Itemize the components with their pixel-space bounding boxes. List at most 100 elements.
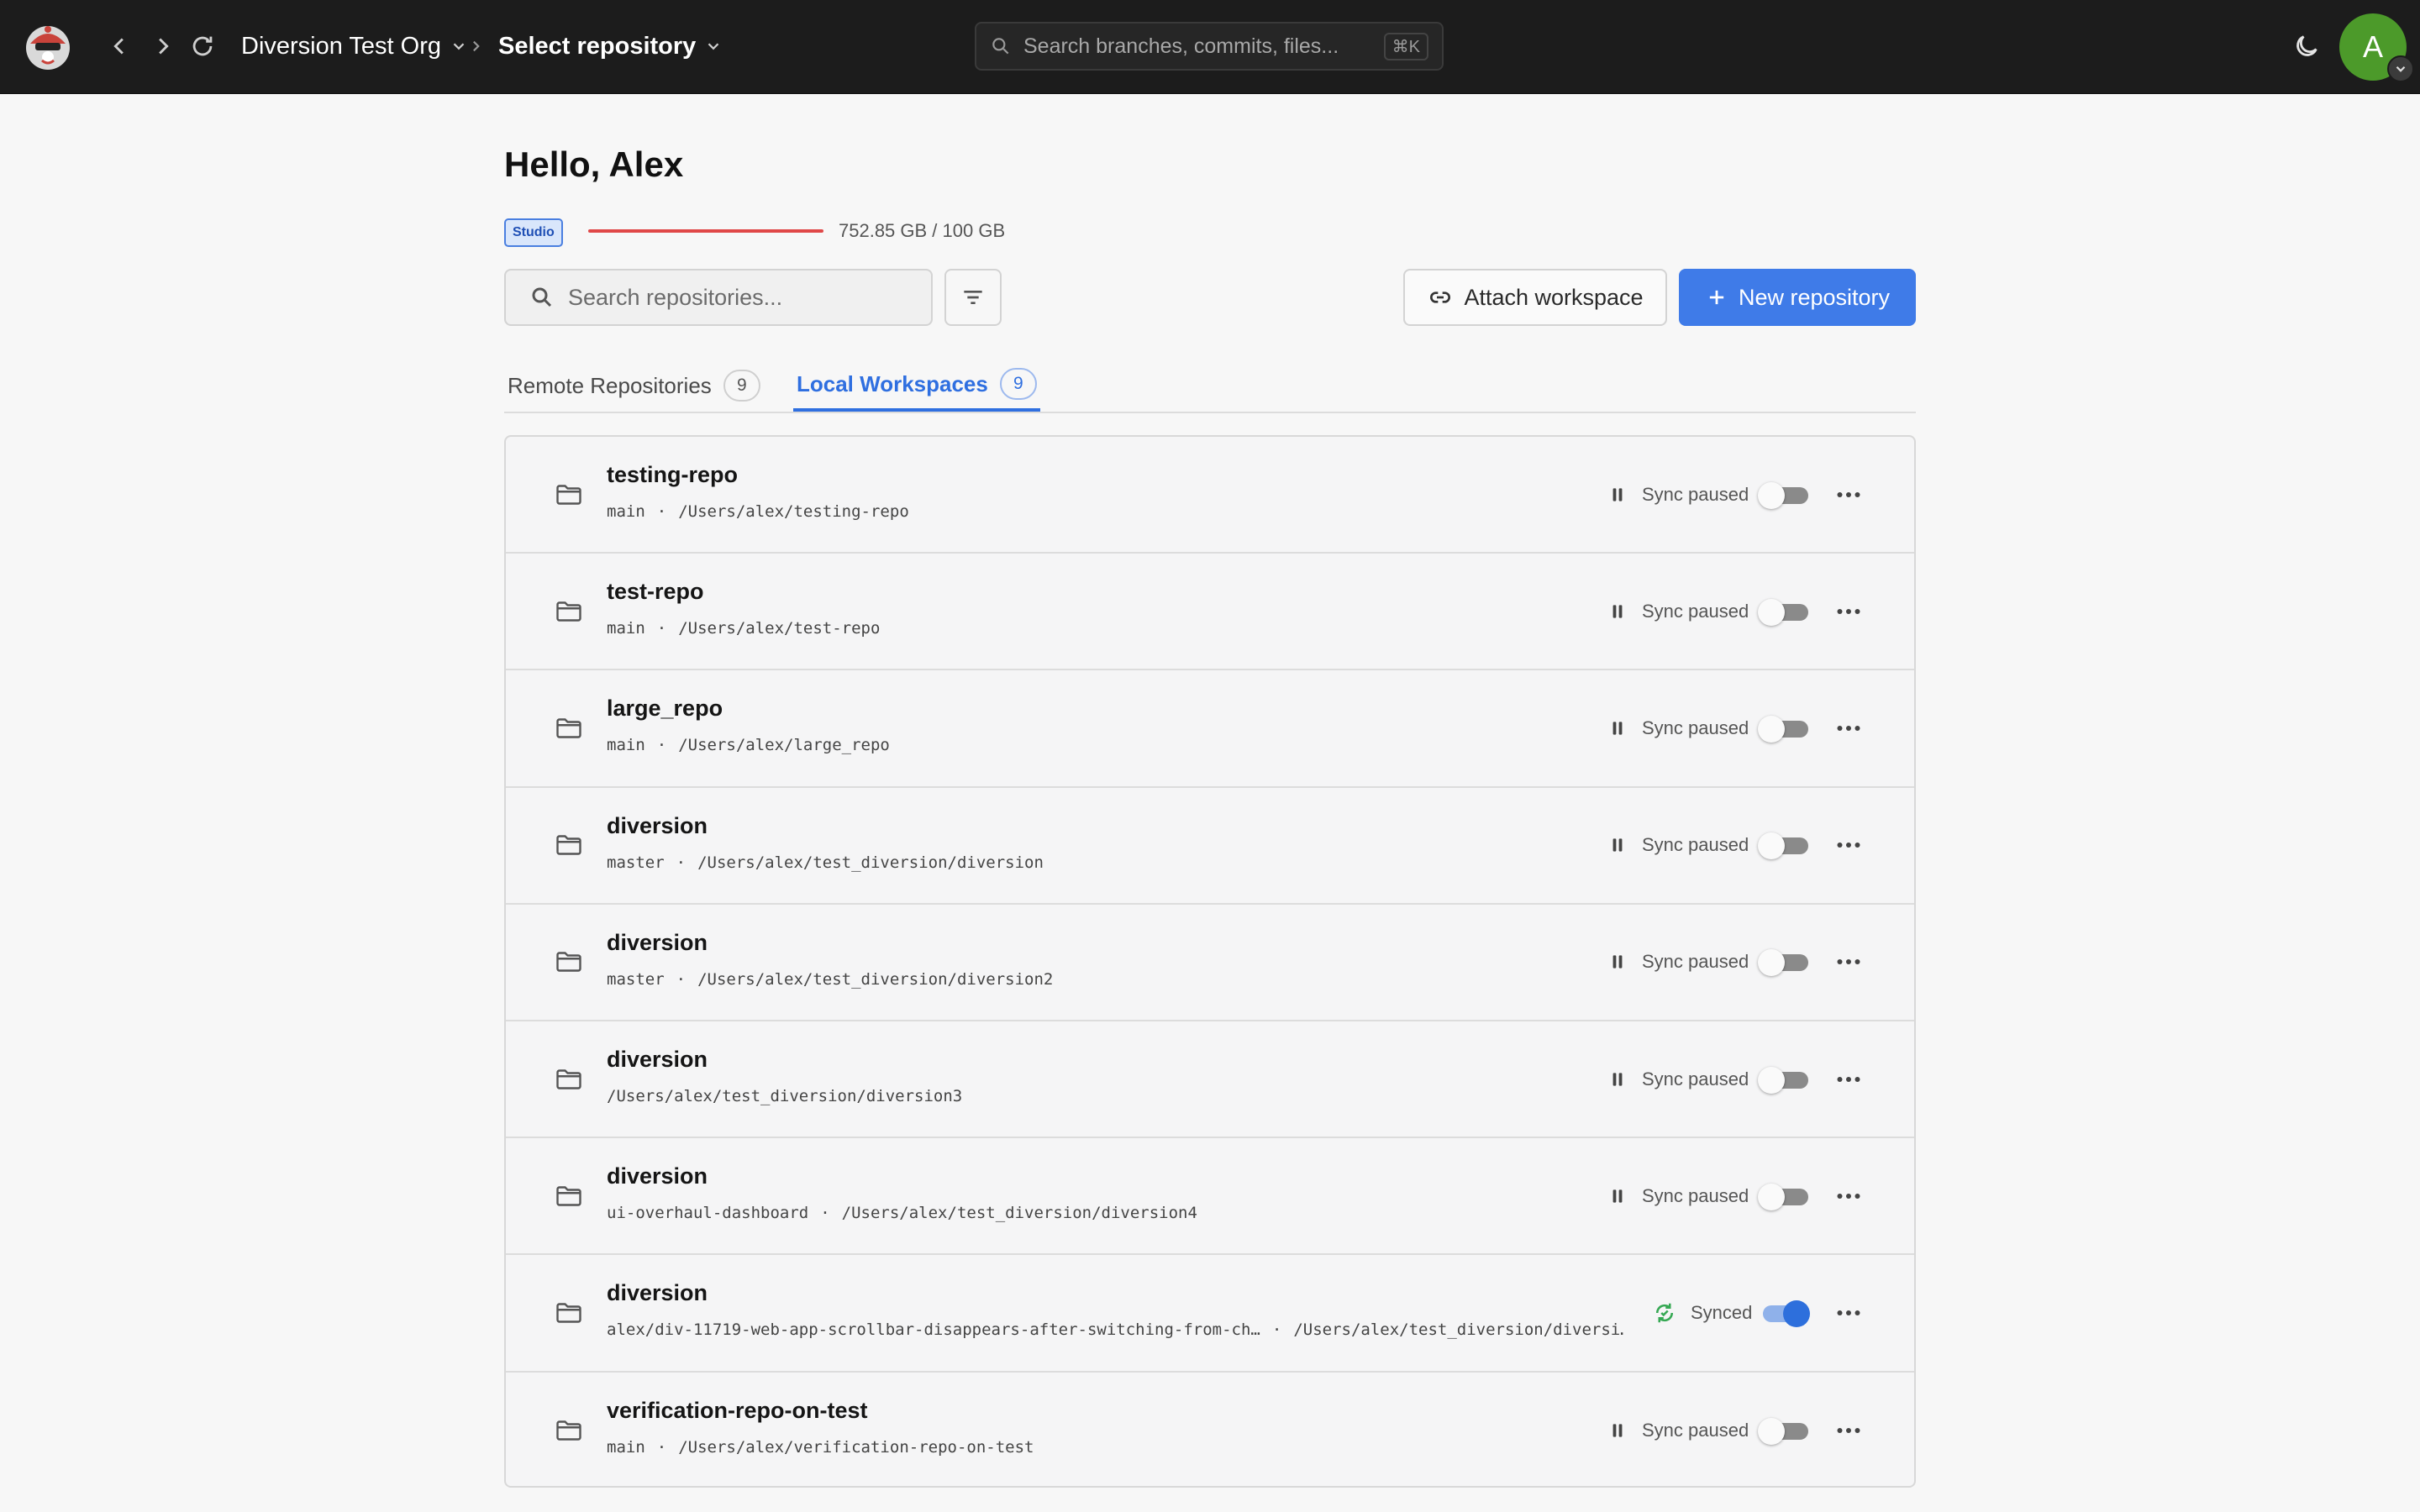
sync-status: Sync paused xyxy=(1607,948,1749,975)
diversion-logo-icon[interactable] xyxy=(24,22,72,71)
tab-count: 9 xyxy=(723,370,760,402)
pause-icon xyxy=(1612,722,1623,735)
pause-icon xyxy=(1612,1189,1623,1203)
search-icon xyxy=(992,38,1009,55)
new-repository-label: New repository xyxy=(1738,284,1891,310)
sync-toggle[interactable] xyxy=(1758,481,1810,509)
workspace-row[interactable]: diversion ui-overhaul-dashboard · /Users/a… xyxy=(506,1138,1914,1256)
sync-toggle[interactable] xyxy=(1758,948,1810,977)
meta-separator: · xyxy=(820,1204,830,1223)
new-repository-button[interactable]: New repository xyxy=(1679,269,1916,326)
more-options-icon[interactable] xyxy=(1833,1064,1864,1095)
workspace-path: /Users/alex/test_diversion/diversion xyxy=(697,853,1044,872)
sync-status-label: Sync paused xyxy=(1642,1184,1749,1206)
workspace-name: diversion xyxy=(607,1046,708,1072)
workspace-path: /Users/alex/test_diversion/diversi… xyxy=(1293,1320,1623,1340)
refresh-icon[interactable] xyxy=(188,32,217,60)
folder-icon xyxy=(554,1064,584,1095)
search-shortcut: ⌘K xyxy=(1383,32,1428,60)
sync-status-label: Sync paused xyxy=(1642,600,1749,622)
folder-icon xyxy=(554,1415,584,1446)
workspace-meta: main · /Users/alex/verification-repo-on-te… xyxy=(607,1438,1034,1457)
meta-separator: · xyxy=(676,969,687,989)
sync-status: Sync paused xyxy=(1607,715,1749,742)
workspace-meta: /Users/alex/test_diversion/diversion3 xyxy=(607,1087,962,1105)
sync-status-label: Synced xyxy=(1691,1301,1753,1323)
workspace-meta: alex/div-11719-web-app-scrollbar-disappe… xyxy=(607,1320,1623,1339)
plus-icon xyxy=(1709,290,1724,305)
workspace-name: diversion xyxy=(607,929,708,955)
attach-workspace-label: Attach workspace xyxy=(1464,284,1644,310)
more-options-icon[interactable] xyxy=(1833,596,1864,627)
storage-usage-text: 752.85 GB / 100 GB xyxy=(839,220,1006,241)
repository-selector-label: Select repository xyxy=(498,33,697,60)
workspace-path: /Users/alex/test_diversion/diversion3 xyxy=(607,1086,963,1105)
workspace-row[interactable]: diversion /Users/alex/test_diversion/div… xyxy=(506,1021,1914,1139)
sync-toggle[interactable] xyxy=(1758,1183,1810,1210)
workspace-row[interactable]: testing-repo main · /Users/alex/testing-re… xyxy=(506,437,1914,554)
tab-remote-repositories[interactable]: Remote Repositories 9 xyxy=(508,360,760,412)
attach-workspace-button[interactable]: Attach workspace xyxy=(1403,269,1667,326)
workspace-meta: ui-overhaul-dashboard · /Users/alex/test_d… xyxy=(607,1204,1197,1222)
toggle-knob xyxy=(1758,598,1785,626)
toggle-knob xyxy=(1758,832,1785,860)
more-options-icon[interactable] xyxy=(1833,1181,1864,1211)
more-options-icon[interactable] xyxy=(1833,713,1864,743)
more-options-icon[interactable] xyxy=(1833,1298,1864,1328)
workspace-row[interactable]: verification-repo-on-test main · /Users/al… xyxy=(506,1373,1914,1487)
global-search-input[interactable]: Search branches, commits, files... ⌘K xyxy=(975,22,1444,71)
meta-separator: · xyxy=(656,502,667,521)
more-options-icon[interactable] xyxy=(1833,947,1864,977)
sync-status: Sync paused xyxy=(1607,481,1749,508)
workspace-row[interactable]: test-repo main · /Users/alex/test-repo Syn… xyxy=(506,554,1914,671)
sync-toggle[interactable] xyxy=(1758,1299,1810,1327)
workspace-branch: master xyxy=(607,969,665,989)
pause-icon xyxy=(1612,605,1623,618)
repository-search-input[interactable]: Search repositories... xyxy=(504,269,933,326)
chevron-down-icon[interactable] xyxy=(2387,55,2414,82)
workspace-meta: main · /Users/alex/large_repo xyxy=(607,736,890,754)
sync-toggle[interactable] xyxy=(1758,715,1810,743)
tab-label: Local Workspaces xyxy=(797,370,988,396)
dark-mode-toggle-icon[interactable] xyxy=(2292,32,2321,60)
more-options-icon[interactable] xyxy=(1833,830,1864,860)
more-options-icon[interactable] xyxy=(1833,480,1864,510)
storage-usage-bar xyxy=(588,229,823,233)
workspace-row[interactable]: large_repo main · /Users/alex/large_repo S… xyxy=(506,670,1914,788)
org-selector[interactable]: Diversion Test Org xyxy=(241,27,468,66)
workspace-branch: alex/div-11719-web-app-scrollbar-disappe… xyxy=(607,1320,1260,1340)
sync-status-label: Sync paused xyxy=(1642,1068,1749,1089)
global-search-placeholder: Search branches, commits, files... xyxy=(1023,34,1339,58)
sync-status: Synced xyxy=(1652,1299,1752,1326)
toggle-knob xyxy=(1758,949,1785,977)
repository-selector[interactable]: Select repository xyxy=(498,27,723,66)
workspace-name: diversion xyxy=(607,1280,708,1306)
sort-button[interactable] xyxy=(944,269,1002,326)
meta-separator: · xyxy=(676,853,687,872)
workspace-name: large_repo xyxy=(607,696,723,722)
workspace-row[interactable]: diversion master · /Users/alex/test_divers… xyxy=(506,905,1914,1021)
sync-status: Sync paused xyxy=(1607,1183,1749,1210)
workspace-branch: main xyxy=(607,619,645,638)
back-icon[interactable] xyxy=(106,32,134,60)
sync-toggle[interactable] xyxy=(1758,832,1810,860)
folder-icon xyxy=(554,947,584,977)
sync-toggle[interactable] xyxy=(1758,598,1810,626)
sync-status-label: Sync paused xyxy=(1642,717,1749,738)
tab-local-workspaces[interactable]: Local Workspaces 9 xyxy=(793,360,1040,412)
workspace-meta: master · /Users/alex/test_diversion/divers… xyxy=(607,970,1053,989)
workspace-row[interactable]: diversion alex/div-11719-web-app-scrollb… xyxy=(506,1255,1914,1373)
meta-separator: · xyxy=(656,1437,667,1457)
page-title: Hello, Alex xyxy=(504,144,684,184)
forward-icon[interactable] xyxy=(148,32,176,60)
more-options-icon[interactable] xyxy=(1833,1415,1864,1446)
sync-status-label: Sync paused xyxy=(1642,951,1749,973)
folder-icon xyxy=(554,713,584,743)
sync-toggle[interactable] xyxy=(1758,1066,1810,1094)
sync-toggle[interactable] xyxy=(1758,1417,1810,1446)
toggle-knob xyxy=(1758,1418,1785,1446)
workspace-row[interactable]: diversion master · /Users/alex/test_divers… xyxy=(506,788,1914,905)
toggle-knob xyxy=(1758,1183,1785,1210)
org-name: Diversion Test Org xyxy=(241,33,441,60)
repository-search-placeholder: Search repositories... xyxy=(568,284,783,310)
